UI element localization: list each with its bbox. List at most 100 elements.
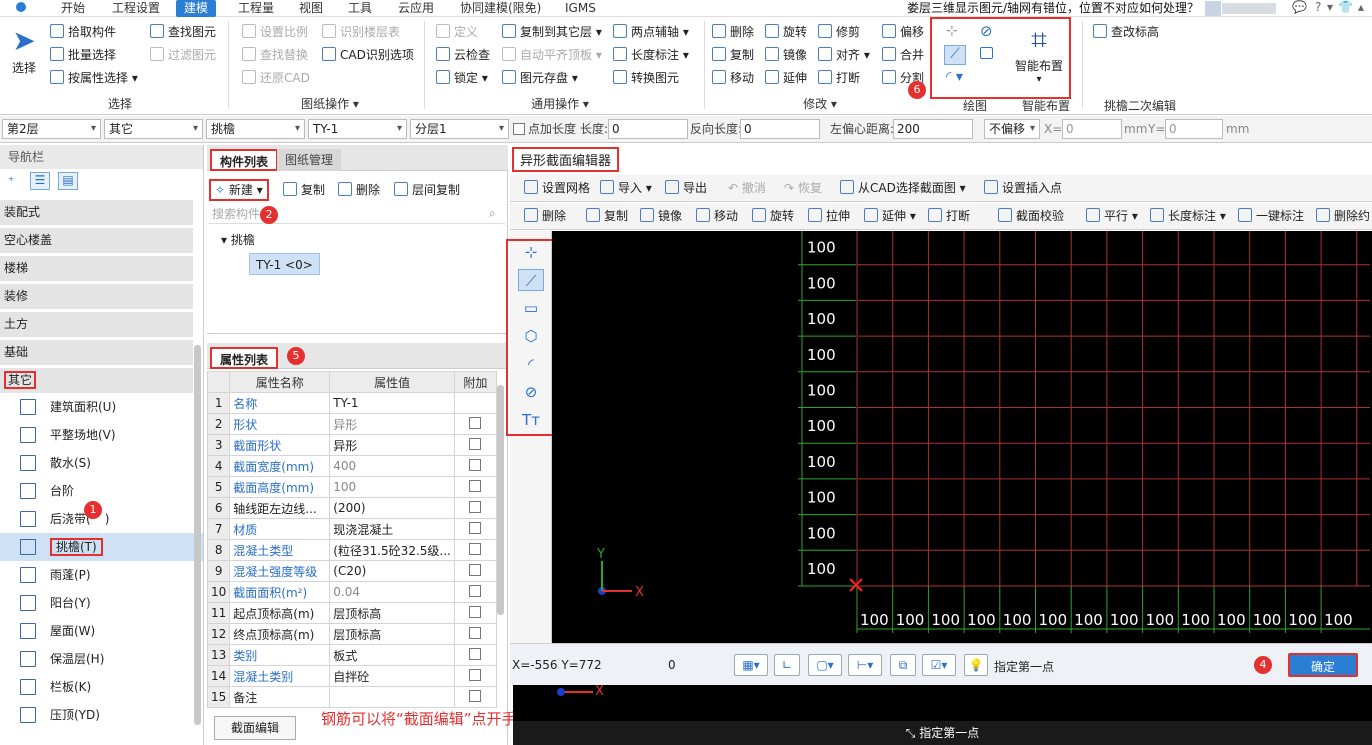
- break[interactable]: 打断: [818, 68, 860, 88]
- export[interactable]: 导出: [665, 179, 707, 198]
- nav-cat-prefab[interactable]: 装配式: [0, 200, 193, 225]
- prop-value[interactable]: 异形: [329, 413, 455, 435]
- pick-component[interactable]: 拾取构件: [50, 22, 116, 42]
- editor-stretch[interactable]: 拉伸: [808, 207, 850, 226]
- tree-root[interactable]: ▾ 挑檐: [221, 231, 255, 248]
- property-row[interactable]: 10 截面面积(m²) 0.04: [206, 581, 498, 603]
- nav-item-balcony[interactable]: 阳台(Y): [0, 589, 203, 617]
- property-row[interactable]: 1 名称 TY-1: [206, 392, 498, 414]
- snap-toggle[interactable]: ▢▾: [808, 654, 842, 676]
- nav-item-parapet[interactable]: 栏板(K): [0, 673, 203, 701]
- property-row[interactable]: 11 起点顶标高(m) 层顶标高: [206, 602, 498, 624]
- find-replace[interactable]: 查找替换: [242, 45, 308, 65]
- nav-item-canopy[interactable]: 雨蓬(P): [0, 561, 203, 589]
- prop-extra[interactable]: [453, 413, 498, 435]
- nav-item-insulation[interactable]: 保温层(H): [0, 645, 203, 673]
- component-search[interactable]: 搜索构件...: [209, 204, 505, 224]
- ok-button[interactable]: 确定: [1288, 653, 1358, 677]
- layer-select[interactable]: 分层1: [410, 119, 509, 139]
- define[interactable]: 定义: [436, 22, 478, 42]
- menu-start[interactable]: 开始: [61, 0, 85, 17]
- extra-checkbox[interactable]: [469, 689, 482, 702]
- extra-checkbox[interactable]: [469, 458, 482, 471]
- point-tool[interactable]: ⊹: [946, 23, 958, 39]
- menu-tools[interactable]: 工具: [348, 0, 372, 17]
- prop-value[interactable]: TY-1: [329, 392, 455, 414]
- x-input[interactable]: 0: [1062, 119, 1122, 139]
- help-icon[interactable]: ?: [1315, 0, 1321, 14]
- recognize-floor-table[interactable]: 识别楼层表: [322, 22, 400, 42]
- copy-component[interactable]: 复制: [283, 180, 325, 200]
- prop-extra[interactable]: [453, 434, 498, 456]
- prop-extra[interactable]: [453, 539, 498, 561]
- auto-align-top[interactable]: 自动平齐顶板 ▾: [502, 45, 602, 65]
- line-tool[interactable]: ⟋: [944, 45, 966, 65]
- prop-extra[interactable]: [453, 602, 498, 624]
- rev-length-input[interactable]: 0: [740, 119, 820, 139]
- extra-checkbox[interactable]: [469, 500, 482, 513]
- modify-elevation[interactable]: 查改标高: [1093, 22, 1159, 42]
- nav-item-cantilever[interactable]: 挑檐(T): [0, 533, 203, 561]
- property-row[interactable]: 4 截面宽度(mm) 400: [206, 455, 498, 477]
- nav-cat-earthwork[interactable]: 土方: [0, 312, 193, 337]
- prop-value[interactable]: 层顶标高: [329, 623, 455, 645]
- extra-checkbox[interactable]: [469, 584, 482, 597]
- avatar[interactable]: [1205, 1, 1221, 16]
- find-element[interactable]: 查找图元: [150, 22, 216, 42]
- move[interactable]: 移动: [712, 68, 754, 88]
- nav-item-steps[interactable]: 台阶: [0, 477, 203, 505]
- prop-extra[interactable]: [453, 686, 498, 708]
- extra-checkbox[interactable]: [469, 542, 482, 555]
- smart-layout-button[interactable]: ⌗ 智能布置 ▾: [1010, 23, 1068, 95]
- item-select[interactable]: TY-1: [308, 119, 407, 139]
- property-row[interactable]: 8 混凝土类型 (粒径31.5砼32.5级...: [206, 539, 498, 561]
- extend[interactable]: 延伸: [765, 68, 807, 88]
- length-dimension[interactable]: 长度标注 ▾: [613, 45, 689, 65]
- prop-value[interactable]: 400: [329, 455, 455, 477]
- search-icon[interactable]: ⌕: [489, 206, 496, 221]
- prop-value[interactable]: 层顶标高: [329, 602, 455, 624]
- import[interactable]: 导入 ▾: [600, 179, 652, 198]
- prop-value[interactable]: 自拌砼: [329, 665, 455, 687]
- menu-igms[interactable]: IGMS: [565, 0, 596, 17]
- merge[interactable]: 合并: [882, 45, 924, 65]
- editor-mirror[interactable]: 镜像: [640, 207, 682, 226]
- set-scale[interactable]: 设置比例: [242, 22, 308, 42]
- prop-extra[interactable]: [453, 644, 498, 666]
- prop-value[interactable]: 0.04: [329, 581, 455, 603]
- layer-toggle[interactable]: ⧉: [890, 654, 916, 676]
- nav-item-post-pour[interactable]: 后浇带(1): [0, 501, 203, 533]
- lock[interactable]: 锁定 ▾: [436, 68, 488, 88]
- two-point-axis[interactable]: 两点辅轴 ▾: [613, 22, 689, 42]
- editor-copy[interactable]: 复制: [586, 207, 628, 226]
- set-grid[interactable]: 设置网格: [524, 179, 590, 198]
- tab-component-list[interactable]: 构件列表: [210, 149, 279, 171]
- check-toggle[interactable]: ☑▾: [922, 654, 956, 676]
- extra-checkbox[interactable]: [469, 416, 482, 429]
- prop-value[interactable]: 现浇混凝土: [329, 518, 455, 540]
- property-row[interactable]: 14 混凝土类别 自拌砼: [206, 665, 498, 687]
- editor-rotate[interactable]: 旋转: [752, 207, 794, 226]
- drawing-canvas[interactable]: 100 100 100 100 100 100 100 100 100 100 100 100 100 1…: [552, 231, 1372, 643]
- parallel[interactable]: 平行 ▾: [1086, 207, 1138, 226]
- nav-cat-hollow-floor[interactable]: 空心楼盖: [0, 228, 193, 253]
- nav-item-roof[interactable]: 屋面(W): [0, 617, 203, 645]
- nav-cat-other[interactable]: 其它: [0, 368, 193, 393]
- add-length-checkbox[interactable]: [513, 123, 525, 135]
- prop-value[interactable]: (C20): [329, 560, 455, 582]
- length-input[interactable]: 0: [608, 119, 688, 139]
- property-row[interactable]: 9 混凝土强度等级 (C20): [206, 560, 498, 582]
- list-view-icon[interactable]: ☰: [30, 172, 50, 190]
- prop-scrollbar[interactable]: [497, 385, 504, 615]
- undo[interactable]: ↶ 撤消: [728, 179, 766, 198]
- floor-copy[interactable]: 层间复制: [394, 180, 460, 200]
- property-row[interactable]: 3 截面形状 异形: [206, 434, 498, 456]
- nav-item-building-area[interactable]: 建筑面积(U): [0, 393, 203, 421]
- nav-cat-stairs[interactable]: 楼梯: [0, 256, 193, 281]
- redo[interactable]: ↷ 恢复: [784, 179, 822, 198]
- ortho-toggle[interactable]: ∟: [774, 654, 800, 676]
- rotate[interactable]: 旋转: [765, 22, 807, 42]
- tab-drawing-mgmt[interactable]: 图纸管理: [277, 149, 342, 171]
- hint-bulb-icon[interactable]: 💡: [964, 654, 988, 676]
- menu-quantity[interactable]: 工程量: [238, 0, 274, 17]
